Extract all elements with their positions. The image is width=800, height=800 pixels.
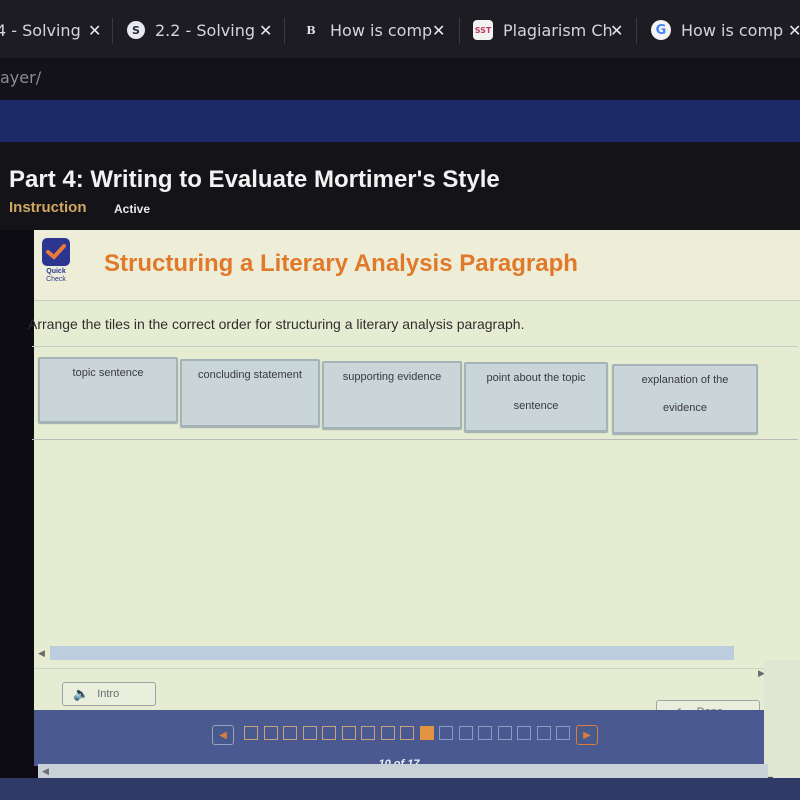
sst-logo-icon: SST [473, 20, 493, 40]
speaker-icon: 🔈 [73, 686, 90, 701]
bottom-scrollbar[interactable] [38, 764, 768, 778]
tile-tray: topic sentence concluding statement supp… [32, 346, 798, 440]
scroll-left-arrow-icon[interactable]: ◀ [38, 648, 45, 659]
browser-tab-bar: 4 - Solving ✕ S 2.2 - Solving ✕ B How is… [0, 0, 800, 58]
close-tab-icon[interactable]: ✕ [610, 21, 623, 40]
previous-page-button[interactable]: ◀ [212, 725, 234, 745]
tab-separator [112, 18, 113, 44]
tile-concluding-statement[interactable]: concluding statement [180, 359, 320, 427]
horizontal-scrollbar[interactable] [50, 646, 734, 660]
page-square-2[interactable] [263, 726, 278, 740]
right-arrow-icon: ▶ [583, 729, 591, 741]
divider [34, 300, 800, 301]
browser-tab-1[interactable]: 4 - Solving ✕ [0, 14, 101, 46]
intro-audio-button[interactable]: 🔈 Intro [62, 682, 156, 706]
quick-check-label: Quick Check [38, 268, 74, 284]
tab-instruction[interactable]: Instruction [9, 199, 87, 216]
intro-label: Intro [97, 688, 120, 700]
scroll-left-arrow-icon[interactable]: ◀ [42, 766, 49, 777]
page-title: Part 4: Writing to Evaluate Mortimer's S… [9, 166, 500, 193]
url-text[interactable]: ayer/ [0, 68, 41, 87]
tab-title: How is comp [681, 20, 784, 40]
tile-point-about-topic-sentence[interactable]: point about the topic sentence [464, 362, 608, 432]
tab-separator [459, 18, 460, 44]
page-square-3[interactable] [283, 726, 297, 740]
browser-tab-4[interactable]: SST Plagiarism Ch ✕ [473, 14, 623, 46]
tile-text: concluding statement [198, 369, 302, 381]
tile-text: point about the topic [486, 372, 586, 384]
site-top-bar [0, 100, 800, 142]
page-square-13[interactable] [478, 726, 492, 740]
tile-explanation-of-evidence[interactable]: explanation of the evidence [612, 364, 758, 434]
page-square-10[interactable] [419, 726, 434, 740]
tab-separator [284, 18, 285, 44]
browser-tab-2[interactable]: S 2.2 - Solving ✕ [127, 14, 272, 46]
tile-text: topic sentence [72, 367, 144, 379]
panel-edge [764, 660, 800, 780]
tab-title: 2.2 - Solving [155, 20, 255, 40]
page-square-9[interactable] [400, 726, 414, 740]
tab-title: Plagiarism Ch [503, 20, 613, 40]
left-arrow-icon: ◀ [219, 729, 227, 741]
instructions: Arrange the tiles in the correct order f… [28, 316, 525, 332]
brainly-b-icon: B [306, 23, 316, 37]
browser-tab-5[interactable]: G How is comp ✕ [651, 14, 800, 46]
swirl-logo-icon: S [127, 21, 145, 39]
tab-separator [636, 18, 637, 44]
badge-line-2: Check [46, 276, 66, 283]
page-square-12[interactable] [458, 726, 473, 740]
close-tab-icon[interactable]: ✕ [259, 21, 272, 40]
page-square-14[interactable] [497, 726, 512, 740]
page-square-6[interactable] [341, 726, 356, 740]
badge-line-1: Quick [46, 268, 66, 275]
activity-title: Structuring a Literary Analysis Paragrap… [104, 250, 578, 277]
page-square-8[interactable] [380, 726, 395, 740]
page-square-5[interactable] [322, 726, 336, 740]
tab-active[interactable]: Active [114, 202, 150, 216]
page-square-1[interactable] [244, 726, 258, 740]
next-page-button[interactable]: ▶ [576, 725, 598, 745]
google-g-icon: G [651, 20, 671, 40]
tab-title: How is comp [330, 20, 433, 40]
activity-header: Quick Check Structuring a Literary Analy… [34, 230, 800, 300]
page-square-17[interactable] [556, 726, 570, 740]
taskbar-edge [0, 778, 800, 800]
address-bar[interactable] [0, 58, 800, 100]
page-square-16[interactable] [536, 726, 551, 740]
page-square-4[interactable] [302, 726, 317, 740]
tile-supporting-evidence[interactable]: supporting evidence [322, 361, 462, 429]
quick-check-icon [42, 238, 70, 266]
tab-title: 4 - Solving [0, 20, 81, 40]
tile-text: supporting evidence [342, 371, 442, 383]
close-tab-icon[interactable]: ✕ [88, 21, 101, 40]
browser-tab-3[interactable]: B How is comp ✕ [302, 14, 445, 46]
divider [34, 668, 800, 669]
activity-panel: Quick Check Structuring a Literary Analy… [28, 230, 800, 724]
tile-text: sentence [513, 400, 559, 412]
tile-text: evidence [662, 402, 708, 414]
tile-topic-sentence[interactable]: topic sentence [38, 357, 178, 423]
page-navigation: ◀ ▶ 10 of 17 [34, 710, 764, 770]
tile-text: explanation of the [641, 374, 729, 386]
close-tab-icon[interactable]: ✕ [432, 21, 445, 40]
page-square-15[interactable] [517, 726, 531, 740]
page-square-11[interactable] [439, 726, 453, 740]
close-tab-icon[interactable]: ✕ [788, 21, 800, 40]
page-square-7[interactable] [361, 726, 375, 740]
